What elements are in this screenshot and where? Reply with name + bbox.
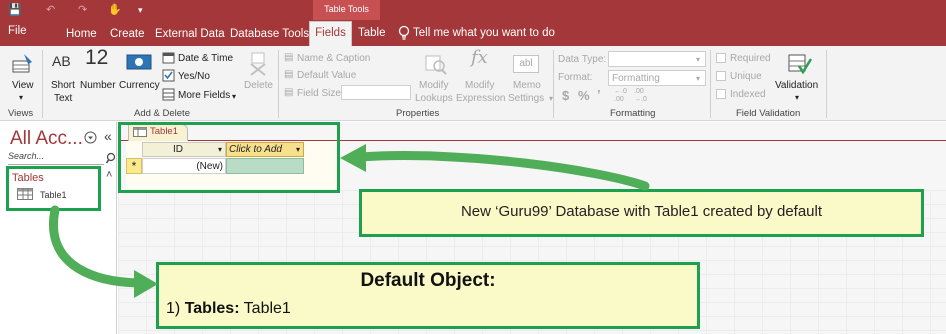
name-caption-button[interactable]: Name & Caption — [297, 53, 370, 65]
modify-expression-button-line2[interactable]: Expression — [456, 93, 505, 105]
name-caption-icon: ▤ — [284, 52, 294, 63]
checkbox-checked-icon — [162, 69, 175, 82]
redo-icon[interactable]: ↷ — [78, 3, 87, 17]
validation-button[interactable]: Validation — [775, 80, 818, 92]
decrease-decimals-icon[interactable]: .00 →.0 — [634, 88, 647, 104]
touch-mode-icon[interactable]: ✋ — [108, 3, 122, 17]
modify-lookups-button[interactable]: Modify — [419, 80, 448, 92]
indexed-checkbox[interactable] — [716, 89, 726, 99]
undo-icon[interactable]: ↶ — [46, 3, 55, 17]
more-fields-icon — [162, 88, 175, 101]
format-dropdown-icon[interactable]: ▾ — [696, 73, 700, 85]
currency-format-button[interactable]: $ — [562, 89, 569, 102]
data-type-dropdown-icon[interactable]: ▾ — [696, 54, 700, 66]
search-icon[interactable] — [106, 152, 117, 164]
formatting-group-label: Formatting — [610, 108, 656, 119]
default-value-icon: ▤ — [284, 69, 294, 80]
delete-icon — [250, 52, 266, 76]
function-icon: fx — [471, 47, 488, 68]
modify-lookups-button-line2[interactable]: Lookups — [415, 93, 453, 105]
data-type-label: Data Type: — [558, 54, 607, 65]
callout-item-key: Tables: — [184, 300, 240, 317]
collapse-pane-icon[interactable]: « — [104, 128, 112, 144]
properties-group-label: Properties — [396, 108, 440, 119]
required-label: Required — [730, 53, 771, 64]
views-group-label: Views — [8, 108, 34, 119]
validation-dropdown-icon[interactable]: ▾ — [795, 92, 799, 104]
percent-format-button[interactable]: % — [578, 89, 590, 102]
date-time-button[interactable]: Date & Time — [178, 53, 233, 65]
highlight-table1-datasheet — [118, 122, 340, 193]
highlight-tables-section — [6, 166, 101, 211]
memo-settings-button-line2[interactable]: Settings — [508, 93, 544, 105]
group-separator — [710, 50, 711, 118]
short-text-button[interactable]: Short — [51, 80, 75, 92]
format-select-value: Formatting — [612, 73, 660, 84]
indexed-label: Indexed — [730, 89, 766, 100]
delete-button[interactable]: Delete — [244, 80, 273, 92]
callout-item-number: 1) — [166, 300, 181, 317]
required-checkbox[interactable] — [716, 53, 726, 63]
memo-settings-icon: abl — [513, 55, 539, 73]
data-type-select[interactable] — [608, 51, 706, 67]
more-fields-dropdown-icon[interactable]: ▾ — [232, 91, 236, 103]
view-button[interactable]: View — [12, 80, 34, 92]
format-label: Format: — [558, 72, 593, 83]
memo-settings-button[interactable]: Memo — [513, 80, 541, 92]
group-separator — [278, 50, 279, 118]
callout-item-value: Table1 — [243, 300, 291, 317]
nav-menu-icon[interactable] — [84, 131, 97, 144]
default-value-button[interactable]: Default Value — [297, 70, 356, 82]
callout-default-object-line: 1) Tables: Table1 — [166, 300, 291, 318]
collapse-section-icon[interactable]: ˄ — [106, 169, 112, 181]
short-text-icon: AB — [52, 53, 71, 69]
tab-file[interactable]: File — [8, 25, 27, 37]
tab-home[interactable]: Home — [66, 27, 97, 41]
tab-external-data[interactable]: External Data — [155, 27, 225, 41]
modify-expression-button[interactable]: Modify — [465, 80, 494, 92]
nav-search-input[interactable]: Search... — [8, 151, 104, 165]
currency-button[interactable]: Currency — [119, 80, 160, 92]
number-button[interactable]: Number — [80, 80, 116, 92]
yes-no-button[interactable]: Yes/No — [178, 71, 210, 83]
modify-lookups-icon — [425, 55, 447, 75]
tab-create[interactable]: Create — [110, 27, 145, 41]
add-delete-group-label: Add & Delete — [134, 108, 190, 119]
view-dropdown-icon[interactable]: ▾ — [19, 92, 23, 104]
comma-format-button[interactable]: ’ — [597, 88, 601, 101]
tab-table[interactable]: Table — [358, 27, 386, 39]
currency-icon — [126, 54, 152, 70]
group-separator — [553, 50, 554, 118]
field-size-label: Field Size — [297, 88, 341, 99]
tab-database-tools[interactable]: Database Tools — [230, 27, 309, 41]
nav-pane-title[interactable]: All Acc... — [10, 128, 83, 150]
number-icon: 12 — [85, 46, 109, 69]
field-size-icon: ▤ — [284, 87, 294, 98]
increase-decimals-icon[interactable]: ←.0.00 — [614, 88, 627, 104]
field-validation-group-label: Field Validation — [736, 108, 801, 119]
unique-checkbox[interactable] — [716, 71, 726, 81]
table-tools-label: Table Tools — [324, 4, 369, 14]
callout-new-database-text: New ‘Guru99’ Database with Table1 create… — [460, 203, 823, 220]
group-separator — [826, 50, 827, 118]
view-icon — [12, 54, 32, 73]
tell-me-search[interactable]: Tell me what you want to do — [413, 27, 555, 39]
group-separator — [42, 50, 43, 118]
lightbulb-icon — [398, 25, 410, 40]
callout-default-object-title: Default Object: — [360, 270, 496, 291]
save-icon[interactable]: 💾 — [8, 3, 22, 17]
field-size-input[interactable] — [341, 85, 411, 100]
validation-icon — [788, 54, 813, 75]
customize-qat-icon[interactable]: ▾ — [138, 3, 143, 17]
unique-label: Unique — [730, 71, 762, 82]
short-text-button-line2[interactable]: Text — [54, 93, 72, 105]
calendar-icon — [162, 52, 175, 64]
tab-fields[interactable]: Fields — [309, 27, 352, 39]
more-fields-button[interactable]: More Fields — [178, 90, 230, 102]
